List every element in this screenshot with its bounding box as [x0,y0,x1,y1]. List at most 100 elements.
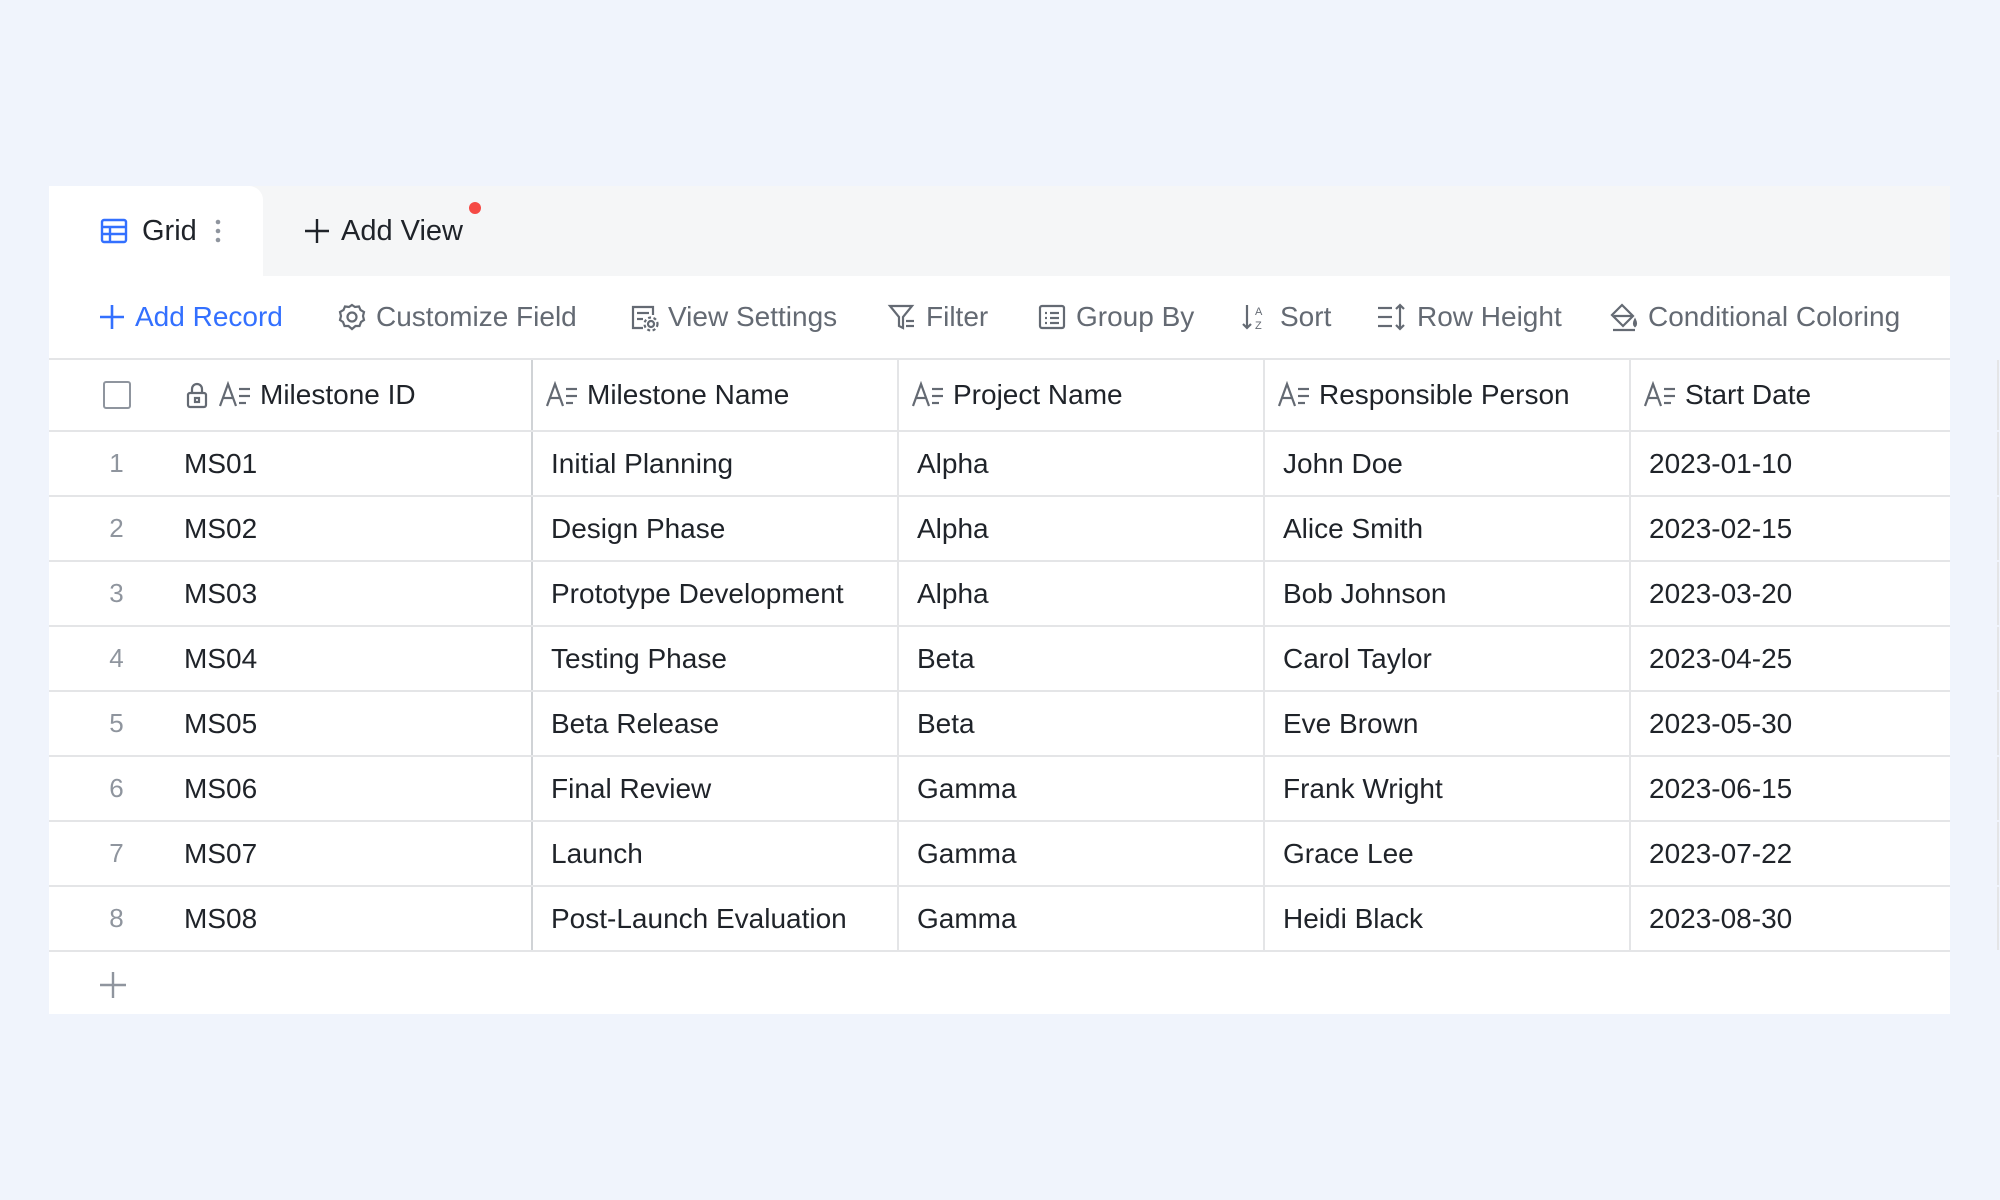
customize-field-button[interactable]: Customize Field [337,275,577,359]
cell-start-date[interactable]: 2023-01-10 [1629,432,1999,495]
table-row[interactable]: 6 MS06 Final Review Gamma Frank Wright 2… [49,757,1999,822]
cell-milestone-name[interactable]: Post-Launch Evaluation [531,887,897,950]
group-by-button[interactable]: Group By [1037,275,1194,359]
view-settings-button[interactable]: View Settings [629,275,837,359]
column-header-start-date[interactable]: Start Date [1629,360,1999,430]
svg-text:Z: Z [1255,320,1262,332]
row-number: 1 [109,448,124,478]
cell-milestone-name[interactable]: Prototype Development [531,562,897,625]
row-number: 6 [109,773,124,803]
column-header-project-name[interactable]: Project Name [897,360,1263,430]
add-view-button[interactable]: Add View [303,186,463,276]
cell-responsible-person[interactable]: Bob Johnson [1263,562,1629,625]
row-height-label: Row Height [1417,301,1562,332]
conditional-coloring-button[interactable]: Conditional Coloring [1609,275,1900,359]
add-record-label: Add Record [135,301,283,332]
group-by-icon [1037,302,1067,332]
table-row[interactable]: 2 MS02 Design Phase Alpha Alice Smith 20… [49,497,1999,562]
cell-responsible-person[interactable]: Grace Lee [1263,822,1629,885]
table-row[interactable]: 1 MS01 Initial Planning Alpha John Doe 2… [49,432,1999,497]
select-all-checkbox[interactable] [102,381,131,409]
table-header-row: Milestone ID Milestone Name Project Name… [49,360,1999,432]
cell-milestone-id[interactable]: MS07 [184,822,531,885]
cell-start-date[interactable]: 2023-02-15 [1629,497,1999,560]
cell-milestone-id[interactable]: MS06 [184,757,531,820]
row-height-button[interactable]: Row Height [1376,275,1562,359]
filter-button[interactable]: Filter [887,275,988,359]
plus-icon [303,217,331,245]
toolbar: Add Record Customize Field View Settings… [49,276,1950,360]
cell-project-name[interactable]: Gamma [897,822,1263,885]
cell-responsible-person[interactable]: John Doe [1263,432,1629,495]
cell-start-date[interactable]: 2023-07-22 [1629,822,1999,885]
more-options-icon[interactable] [215,218,221,244]
plus-icon [98,970,128,1000]
group-by-label: Group By [1076,301,1195,332]
svg-text:A: A [1255,306,1263,318]
column-label: Responsible Person [1319,379,1570,410]
table-row[interactable]: 4 MS04 Testing Phase Beta Carol Taylor 2… [49,627,1999,692]
filter-label: Filter [926,301,989,332]
column-label: Milestone Name [587,379,790,410]
add-record-button[interactable]: Add Record [98,275,283,359]
paint-bucket-icon [1609,302,1639,332]
cell-project-name[interactable]: Beta [897,627,1263,690]
view-tab-bar: Grid Add View [49,186,1950,276]
row-number: 8 [109,903,124,933]
cell-start-date[interactable]: 2023-06-15 [1629,757,1999,820]
column-label: Milestone ID [260,379,416,410]
notification-dot [469,202,481,214]
cell-milestone-name[interactable]: Final Review [531,757,897,820]
cell-milestone-id[interactable]: MS08 [184,887,531,950]
sort-button[interactable]: A Z Sort [1241,275,1331,359]
cell-milestone-name[interactable]: Launch [531,822,897,885]
column-header-responsible-person[interactable]: Responsible Person [1263,360,1629,430]
cell-start-date[interactable]: 2023-04-25 [1629,627,1999,690]
cell-milestone-name[interactable]: Beta Release [531,692,897,755]
tab-grid-label: Grid [142,214,197,247]
add-row-button[interactable] [49,952,1950,1018]
cell-milestone-id[interactable]: MS05 [184,692,531,755]
table-row[interactable]: 8 MS08 Post-Launch Evaluation Gamma Heid… [49,887,1999,952]
tab-grid[interactable]: Grid [49,186,263,276]
view-settings-icon [629,302,659,332]
cell-responsible-person[interactable]: Alice Smith [1263,497,1629,560]
cell-milestone-name[interactable]: Testing Phase [531,627,897,690]
cell-project-name[interactable]: Alpha [897,562,1263,625]
cell-start-date[interactable]: 2023-03-20 [1629,562,1999,625]
view-settings-label: View Settings [668,301,838,332]
cell-responsible-person[interactable]: Eve Brown [1263,692,1629,755]
table-row[interactable]: 3 MS03 Prototype Development Alpha Bob J… [49,562,1999,627]
cell-responsible-person[interactable]: Carol Taylor [1263,627,1629,690]
cell-project-name[interactable]: Gamma [897,757,1263,820]
plus-icon [98,303,126,331]
table-row[interactable]: 5 MS05 Beta Release Beta Eve Brown 2023-… [49,692,1999,757]
gear-icon [337,302,367,332]
text-field-icon [1277,381,1311,409]
filter-icon [887,302,917,332]
cell-project-name[interactable]: Gamma [897,887,1263,950]
cell-milestone-name[interactable]: Design Phase [531,497,897,560]
cell-start-date[interactable]: 2023-05-30 [1629,692,1999,755]
cell-responsible-person[interactable]: Frank Wright [1263,757,1629,820]
data-table: Milestone ID Milestone Name Project Name… [49,360,1999,1018]
column-header-milestone-id[interactable]: Milestone ID [184,360,531,430]
lock-icon [184,381,210,409]
cell-responsible-person[interactable]: Heidi Black [1263,887,1629,950]
select-all-cell [49,360,184,430]
cell-milestone-id[interactable]: MS04 [184,627,531,690]
cell-milestone-id[interactable]: MS03 [184,562,531,625]
column-header-milestone-name[interactable]: Milestone Name [531,360,897,430]
text-field-icon [218,381,252,409]
cell-project-name[interactable]: Alpha [897,432,1263,495]
cell-milestone-id[interactable]: MS01 [184,432,531,495]
cell-start-date[interactable]: 2023-08-30 [1629,887,1999,950]
cell-milestone-id[interactable]: MS02 [184,497,531,560]
cell-milestone-name[interactable]: Initial Planning [531,432,897,495]
table-row[interactable]: 7 MS07 Launch Gamma Grace Lee 2023-07-22 [49,822,1999,887]
column-label: Project Name [953,379,1123,410]
cell-project-name[interactable]: Beta [897,692,1263,755]
grid-view-panel: Grid Add View Add Record Customize Field… [49,186,1999,1014]
cell-project-name[interactable]: Alpha [897,497,1263,560]
add-view-label: Add View [341,214,463,247]
